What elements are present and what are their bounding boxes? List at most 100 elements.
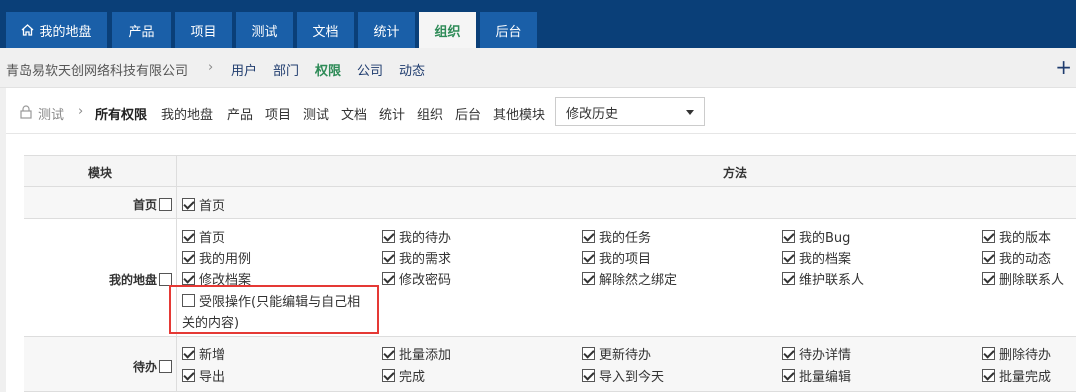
checkbox[interactable] — [182, 251, 195, 264]
checkbox[interactable] — [382, 347, 395, 360]
method-checkbox-item[interactable]: 我的用例 — [182, 248, 251, 267]
method-checkbox-item[interactable]: 我的项目 — [582, 248, 651, 267]
module-name: 待办 — [132, 360, 157, 374]
tab-label: 我的地盘 — [39, 24, 92, 40]
method-label: 首页 — [199, 199, 226, 214]
checkbox[interactable] — [382, 272, 395, 285]
company-breadcrumb[interactable]: 青岛易软天创网络科技有限公司 — [6, 60, 188, 79]
checkbox[interactable] — [782, 230, 795, 243]
method-checkbox-item[interactable]: 维护联系人 — [782, 269, 864, 288]
module-cell: 待办 — [24, 337, 177, 391]
method-checkbox-item[interactable]: 新增 — [182, 344, 225, 363]
method-header: 方法 — [723, 166, 748, 180]
subnav-departments[interactable]: 部门 — [273, 60, 299, 79]
method-label: 新增 — [199, 348, 226, 363]
checkbox[interactable] — [582, 369, 595, 382]
checkbox[interactable] — [382, 230, 395, 243]
tab-stats[interactable]: 统计 — [358, 12, 415, 48]
lock-icon — [20, 105, 32, 119]
method-checkbox-item[interactable]: 首页 — [182, 195, 225, 214]
checkbox[interactable] — [182, 272, 195, 285]
method-checkbox-item[interactable]: 首页 — [182, 227, 225, 246]
checkbox[interactable] — [182, 230, 195, 243]
top-nav: 我的地盘 产品 项目 测试 文档 统计 组织 后台 — [0, 0, 1076, 48]
method-checkbox-item[interactable]: 待办详情 — [782, 344, 851, 363]
module-select[interactable]: 修改历史 — [555, 97, 705, 126]
checkbox[interactable] — [582, 272, 595, 285]
method-label: 批量完成 — [999, 370, 1052, 385]
checkbox[interactable] — [182, 198, 195, 211]
filter-my-space[interactable]: 我的地盘 — [161, 104, 213, 123]
method-checkbox-item[interactable]: 我的需求 — [382, 248, 451, 267]
subnav-company[interactable]: 公司 — [357, 60, 383, 79]
method-checkbox-item[interactable]: 我的版本 — [982, 227, 1051, 246]
checkbox[interactable] — [982, 230, 995, 243]
subnav-privileges[interactable]: 权限 — [315, 60, 341, 79]
tab-test[interactable]: 测试 — [236, 12, 293, 48]
method-checkbox-item[interactable]: 删除联系人 — [982, 269, 1064, 288]
checkbox[interactable] — [782, 272, 795, 285]
checkbox[interactable] — [582, 251, 595, 264]
tab-product[interactable]: 产品 — [112, 12, 171, 48]
module-label: 我的地盘 — [109, 271, 172, 288]
method-label: 更新待办 — [599, 348, 652, 363]
method-checkbox-item[interactable]: 我的待办 — [382, 227, 451, 246]
checkbox[interactable] — [182, 369, 195, 382]
method-checkbox-item[interactable]: 我的任务 — [582, 227, 651, 246]
method-checkbox-item[interactable]: 修改密码 — [382, 269, 451, 288]
checkbox[interactable] — [782, 369, 795, 382]
filter-all-privileges[interactable]: 所有权限 — [95, 104, 147, 123]
method-label: 首页 — [199, 231, 226, 246]
method-label: 批量添加 — [399, 348, 452, 363]
filter-other-modules[interactable]: 其他模块 — [493, 104, 545, 123]
filter-project[interactable]: 项目 — [265, 104, 291, 123]
filter-stats[interactable]: 统计 — [379, 104, 405, 123]
method-checkbox-item[interactable]: 删除待办 — [982, 344, 1051, 363]
method-checkbox-item[interactable]: 解除然之绑定 — [582, 269, 677, 288]
method-checkbox-item[interactable]: 批量完成 — [982, 366, 1051, 385]
checkbox[interactable] — [982, 251, 995, 264]
checkbox[interactable] — [982, 272, 995, 285]
checkbox[interactable] — [982, 369, 995, 382]
tab-admin[interactable]: 后台 — [480, 12, 537, 48]
filter-org[interactable]: 组织 — [417, 104, 443, 123]
tab-project[interactable]: 项目 — [175, 12, 232, 48]
method-checkbox-item[interactable]: 批量添加 — [382, 344, 451, 363]
method-checkbox-item[interactable]: 我的Bug — [782, 227, 850, 246]
subnav-users[interactable]: 用户 — [231, 60, 257, 79]
method-checkbox-item[interactable]: 完成 — [382, 366, 425, 385]
method-label: 我的动态 — [999, 252, 1052, 267]
checkbox[interactable] — [982, 347, 995, 360]
checkbox[interactable] — [582, 230, 595, 243]
checkbox[interactable] — [382, 251, 395, 264]
filter-test[interactable]: 测试 — [303, 104, 329, 123]
tab-org[interactable]: 组织 — [419, 12, 476, 48]
method-checkbox-item[interactable]: 导入到今天 — [582, 366, 664, 385]
module-checkbox[interactable] — [159, 360, 172, 373]
method-checkbox-item[interactable]: 批量编辑 — [782, 366, 851, 385]
toolbar-separator: › — [78, 104, 84, 119]
filter-doc[interactable]: 文档 — [341, 104, 367, 123]
method-label: 我的Bug — [799, 231, 851, 246]
filter-product[interactable]: 产品 — [227, 104, 253, 123]
module-header-cell: 模块 — [24, 156, 177, 186]
filter-admin[interactable]: 后台 — [455, 104, 481, 123]
checkbox[interactable] — [182, 347, 195, 360]
method-checkbox-item[interactable]: 我的动态 — [982, 248, 1051, 267]
module-select-value: 修改历史 — [566, 107, 619, 122]
method-checkbox-item[interactable]: 导出 — [182, 366, 225, 385]
method-checkbox-item[interactable]: 更新待办 — [582, 344, 651, 363]
checkbox[interactable] — [782, 251, 795, 264]
method-checkbox-item[interactable]: 我的档案 — [782, 248, 851, 267]
method-label: 完成 — [399, 370, 426, 385]
checkbox[interactable] — [782, 347, 795, 360]
tab-my-space[interactable]: 我的地盘 — [6, 12, 107, 48]
checkbox[interactable] — [582, 347, 595, 360]
module-label: 待办 — [133, 358, 172, 375]
checkbox[interactable] — [382, 369, 395, 382]
method-label: 修改密码 — [399, 273, 452, 288]
tab-doc[interactable]: 文档 — [297, 12, 354, 48]
add-icon[interactable]: + — [1055, 55, 1072, 79]
subnav-dynamic[interactable]: 动态 — [399, 60, 425, 79]
module-checkbox[interactable] — [159, 198, 172, 211]
